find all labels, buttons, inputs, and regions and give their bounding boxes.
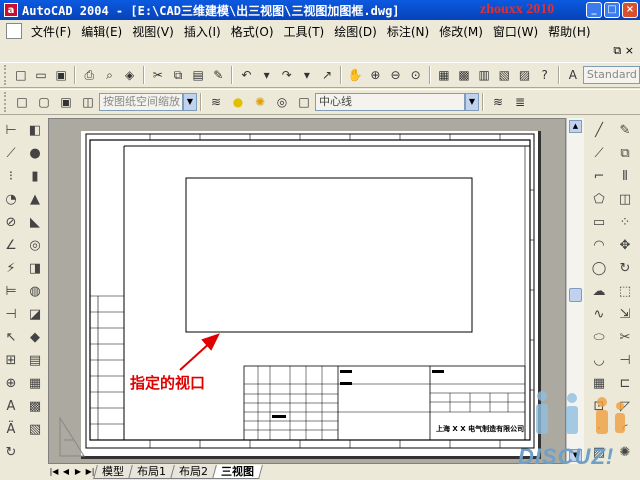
construction-line-icon[interactable]: ⟋ xyxy=(589,142,609,164)
revision-cloud-icon[interactable]: ☁ xyxy=(589,280,609,302)
trim-icon[interactable]: ✂ xyxy=(615,326,635,348)
ellipse-icon[interactable]: ⬭ xyxy=(589,326,609,348)
mirror-icon[interactable]: ⫴ xyxy=(615,165,635,187)
rotate-icon[interactable]: ↻ xyxy=(615,257,635,279)
rectangle-icon[interactable]: ▭ xyxy=(589,211,609,233)
scroll-up-icon[interactable]: ▲ xyxy=(569,120,582,133)
revision-table xyxy=(90,295,124,440)
inner-frame xyxy=(89,139,531,441)
line-icon[interactable]: ╱ xyxy=(589,119,609,141)
annotation-arrow xyxy=(179,333,220,371)
erase-icon[interactable]: ✎ xyxy=(615,119,635,141)
tab-three-views[interactable]: 三视图 xyxy=(212,465,263,479)
extend-icon[interactable]: ⊣ xyxy=(615,349,635,371)
tab-layout1[interactable]: 布局1 xyxy=(128,465,175,479)
spline-icon[interactable]: ∿ xyxy=(589,303,609,325)
next-tab-icon[interactable]: ▶ xyxy=(72,466,84,478)
scale-icon[interactable]: ⬚ xyxy=(615,280,635,302)
tab-model[interactable]: 模型 xyxy=(93,465,133,479)
offset-icon[interactable]: ◫ xyxy=(615,188,635,210)
copy-object-icon[interactable]: ⧉ xyxy=(615,142,635,164)
move-icon[interactable]: ✥ xyxy=(615,234,635,256)
arc-icon[interactable]: ◠ xyxy=(589,234,609,256)
polyline-icon[interactable]: ⌐ xyxy=(589,165,609,187)
prev-tab-icon[interactable]: ◀ xyxy=(60,466,72,478)
paper-space-ucs-icon xyxy=(59,416,85,457)
viewport-rectangle xyxy=(185,177,473,333)
polygon-icon[interactable]: ⬠ xyxy=(589,188,609,210)
viewport-annotation: 指定的视口 xyxy=(130,374,206,392)
circle-icon[interactable]: ◯ xyxy=(589,257,609,279)
zone-marks xyxy=(149,134,534,448)
outer-border xyxy=(85,133,535,449)
discuz-logo-figures xyxy=(536,391,625,434)
layout-tab-bar: |◀ ◀ ▶ ▶| 模型 布局1 布局2 三视图 xyxy=(48,464,588,480)
stretch-icon[interactable]: ⇲ xyxy=(615,303,635,325)
array-icon[interactable]: ⁘ xyxy=(615,211,635,233)
ellipse-arc-icon[interactable]: ◡ xyxy=(589,349,609,371)
scroll-thumb[interactable] xyxy=(569,288,582,302)
first-tab-icon[interactable]: |◀ xyxy=(48,466,60,478)
tab-layout2[interactable]: 布局2 xyxy=(170,465,217,479)
company-name: 上海 X X 电气制造有限公司 xyxy=(436,425,525,433)
